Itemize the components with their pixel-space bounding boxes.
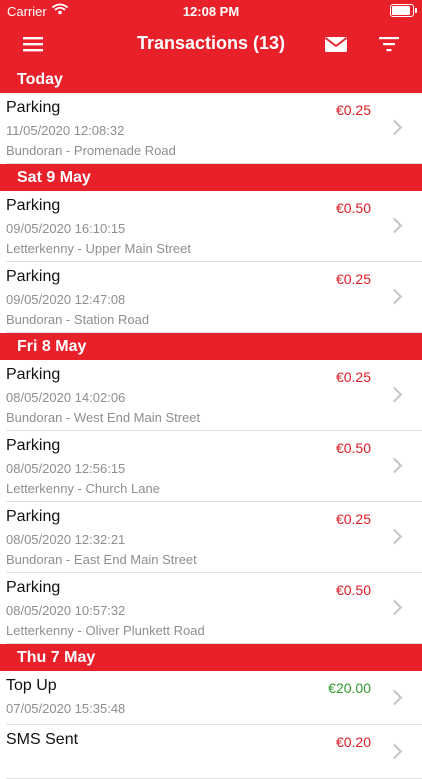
transaction-location: Bundoran - Promenade Road [6, 143, 176, 158]
transaction-amount: €0.25 [335, 102, 371, 118]
transaction-amount: €0.50 [335, 440, 371, 456]
transaction-date: 09/05/2020 12:47:08 [6, 292, 126, 307]
status-bar: Carrier 12:08 PM [0, 0, 422, 22]
transaction-row[interactable]: Parking 08/05/2020 10:57:32 Letterkenny - … [0, 573, 422, 644]
transaction-amount: €20.00 [328, 680, 371, 696]
chevron-right-icon [386, 217, 403, 234]
transaction-title: Parking [6, 99, 61, 116]
nav-bar: Transactions (13) [0, 22, 422, 66]
transaction-row[interactable]: Parking 11/05/2020 12:08:32 Bundoran - Pro… [0, 93, 422, 164]
transaction-date: 11/05/2020 12:08:32 [6, 123, 125, 138]
transaction-amount: €0.50 [335, 582, 371, 598]
chevron-right-icon [386, 119, 403, 136]
chevron-right-icon [386, 457, 403, 474]
transaction-title: SMS Sent [6, 731, 79, 748]
mail-button[interactable] [322, 30, 350, 58]
battery-icon [390, 4, 417, 17]
transaction-row[interactable]: Parking 08/05/2020 12:32:21 Bundoran - Eas… [0, 502, 422, 573]
transaction-date: 08/05/2020 12:56:15 [6, 461, 126, 476]
transaction-date: 09/05/2020 16:10:15 [6, 221, 126, 236]
transaction-row[interactable]: Top Up 07/05/2020 15:35:48 €20.00 [0, 671, 422, 725]
chevron-right-icon [386, 599, 403, 616]
page-title: Transactions (13) [136, 33, 286, 53]
transaction-location: Bundoran - West End Main Street [6, 410, 201, 425]
transaction-title: Parking [6, 437, 61, 454]
filter-button[interactable] [375, 30, 403, 58]
transaction-row[interactable]: Parking 09/05/2020 16:10:15 Letterkenny - … [0, 191, 422, 262]
chevron-right-icon [386, 743, 403, 760]
transaction-title: Parking [6, 197, 61, 214]
chevron-right-icon [386, 386, 403, 403]
chevron-right-icon [386, 689, 403, 706]
transaction-location: Letterkenny - Oliver Plunkett Road [6, 623, 205, 638]
section-header: Sat 9 May [0, 164, 422, 191]
envelope-icon [324, 37, 348, 52]
transaction-date: 07/05/2020 15:35:48 [6, 701, 126, 716]
transaction-amount: €0.25 [335, 369, 371, 385]
filter-icon [379, 37, 399, 52]
transactions-list[interactable]: Today Parking 11/05/2020 12:08:32 Bundoran … [0, 66, 422, 779]
transaction-title: Parking [6, 366, 61, 383]
section-header: Fri 8 May [0, 333, 422, 360]
transaction-row[interactable]: Parking 09/05/2020 12:47:08 Bundoran - Sta… [0, 262, 422, 333]
transaction-date: 08/05/2020 12:32:21 [6, 532, 126, 547]
battery-fill [392, 6, 410, 15]
status-time: 12:08 PM [182, 4, 240, 19]
transaction-title: Top Up [6, 677, 57, 694]
transaction-title: Parking [6, 579, 61, 596]
transaction-location: Letterkenny - Upper Main Street [6, 241, 191, 256]
transaction-amount: €0.25 [335, 271, 371, 287]
transaction-row[interactable]: SMS Sent €0.20 [0, 725, 422, 779]
row-divider [6, 643, 422, 644]
transaction-amount: €0.50 [335, 200, 371, 216]
transaction-location: Bundoran - East End Main Street [6, 552, 197, 567]
transaction-title: Parking [6, 268, 61, 285]
transaction-location: Letterkenny - Church Lane [6, 481, 160, 496]
transaction-row[interactable]: Parking 08/05/2020 14:02:06 Bundoran - Wes… [0, 360, 422, 431]
chevron-right-icon [386, 288, 403, 305]
chevron-right-icon [386, 528, 403, 545]
transaction-location: Bundoran - Station Road [6, 312, 150, 327]
section-header: Today [0, 66, 422, 93]
row-divider [6, 332, 422, 333]
transaction-date: 08/05/2020 14:02:06 [6, 390, 126, 405]
section-header: Thu 7 May [0, 644, 422, 671]
transaction-title: Parking [6, 508, 61, 525]
transaction-amount: €0.25 [335, 511, 371, 527]
transaction-amount: €0.20 [335, 734, 371, 750]
top-bar: Carrier 12:08 PM Transactions (13) [0, 0, 422, 66]
row-divider [6, 163, 422, 164]
transaction-row[interactable]: Parking 08/05/2020 12:56:15 Letterkenny - … [0, 431, 422, 502]
transaction-date: 08/05/2020 10:57:32 [6, 603, 126, 618]
